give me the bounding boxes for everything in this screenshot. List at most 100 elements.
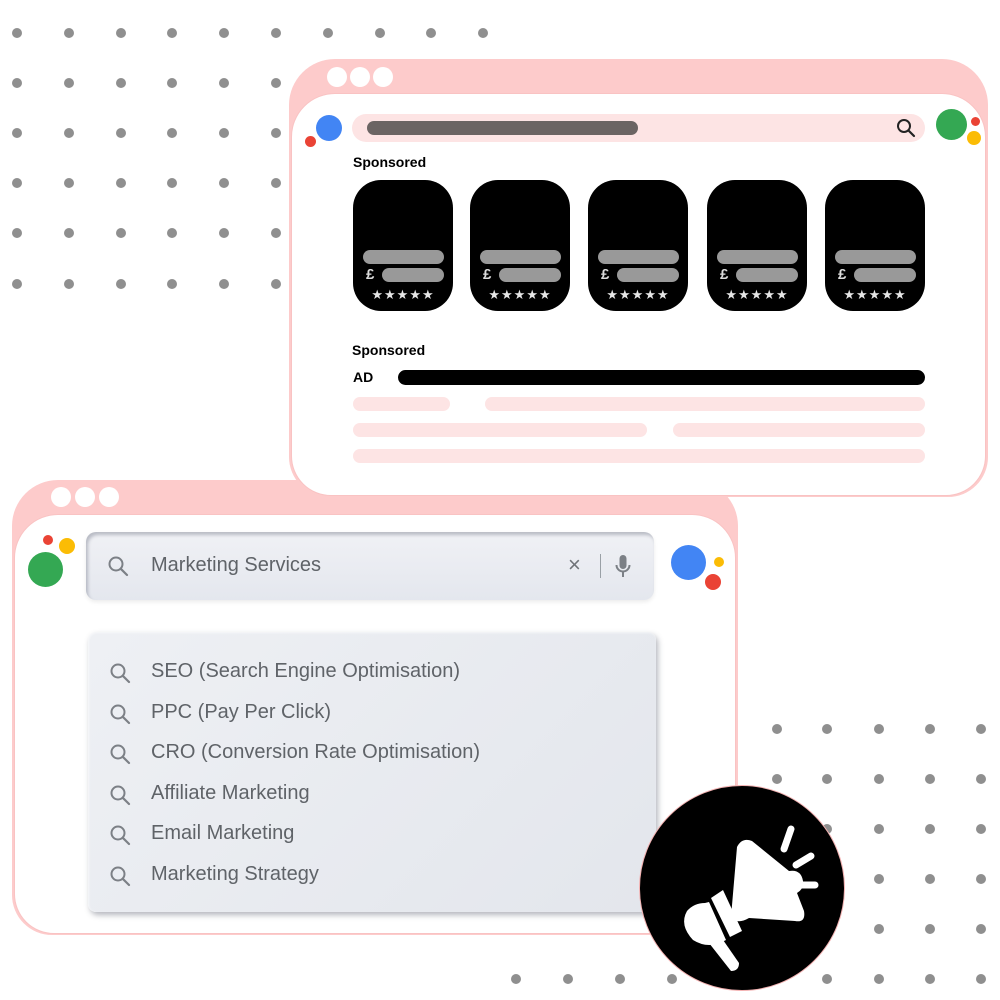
- divider: [600, 554, 601, 578]
- grid-dot: [874, 924, 884, 934]
- grid-dot: [375, 28, 385, 38]
- grid-dot: [976, 724, 986, 734]
- window-control-minimize[interactable]: [350, 67, 370, 87]
- grid-dot: [772, 774, 782, 784]
- rating-stars: ★★★★★: [371, 287, 435, 302]
- rating-stars: ★★★★★: [488, 287, 552, 302]
- grid-dot: [12, 78, 22, 88]
- grid-dot: [271, 78, 281, 88]
- grid-dot: [116, 28, 126, 38]
- suggestion-item[interactable]: PPC (Pay Per Click): [88, 693, 656, 733]
- search-icon[interactable]: [895, 117, 917, 139]
- grid-dot: [874, 974, 884, 984]
- grid-dot: [219, 28, 229, 38]
- suggestion-item[interactable]: Marketing Strategy: [88, 855, 656, 895]
- search-icon: [110, 704, 131, 724]
- grid-dot: [976, 924, 986, 934]
- suggestion-text: SEO (Search Engine Optimisation): [151, 660, 461, 682]
- product-price-placeholder: [382, 268, 444, 282]
- search-icon: [110, 825, 131, 846]
- product-price-placeholder: [499, 268, 561, 282]
- product-price-placeholder: [617, 268, 679, 282]
- suggestion-text: Marketing Strategy: [151, 863, 319, 885]
- microphone-icon[interactable]: [614, 554, 632, 580]
- grid-dot: [822, 774, 832, 784]
- suggestion-item[interactable]: Email Marketing: [88, 814, 656, 854]
- suggestion-item[interactable]: SEO (Search Engine Optimisation): [88, 652, 656, 692]
- grid-dot: [64, 279, 74, 289]
- grid-dot: [167, 228, 177, 238]
- currency-symbol: £: [838, 266, 847, 283]
- window-control-minimize[interactable]: [75, 487, 95, 507]
- window-control-close[interactable]: [327, 67, 347, 87]
- grid-dot: [116, 78, 126, 88]
- grid-dot: [12, 228, 22, 238]
- search-query-placeholder: [367, 121, 638, 135]
- suggestion-item[interactable]: CRO (Conversion Rate Optimisation): [88, 733, 656, 773]
- grid-dot: [167, 279, 177, 289]
- product-card[interactable]: £ ★★★★★: [470, 180, 570, 311]
- clear-search-button[interactable]: ×: [568, 552, 581, 578]
- suggestion-text: Affiliate Marketing: [151, 781, 310, 804]
- grid-dot: [426, 28, 436, 38]
- grid-dot: [925, 974, 935, 984]
- grid-dot: [219, 78, 229, 88]
- suggestion-item[interactable]: Affiliate Marketing: [88, 774, 656, 814]
- grid-dot: [925, 824, 935, 834]
- grid-dot: [925, 774, 935, 784]
- search-suggestions-dropdown: SEO (Search Engine Optimisation) PPC (Pay…: [88, 632, 656, 912]
- google-dot-green: [28, 552, 63, 587]
- suggestion-text: PPC (Pay Per Click): [151, 700, 332, 723]
- grid-dot: [478, 28, 488, 38]
- google-dot-red: [43, 535, 53, 545]
- product-card[interactable]: £ ★★★★★: [707, 180, 807, 311]
- window-control-maximize[interactable]: [373, 67, 393, 87]
- grid-dot: [925, 924, 935, 934]
- product-title-placeholder: [363, 250, 444, 264]
- grid-dot: [116, 128, 126, 138]
- grid-dot: [167, 28, 177, 38]
- grid-dot: [323, 28, 333, 38]
- search-icon: [110, 663, 131, 684]
- grid-dot: [219, 128, 229, 138]
- grid-dot: [271, 279, 281, 289]
- grid-dot: [167, 178, 177, 188]
- grid-dot: [219, 178, 229, 188]
- grid-dot: [271, 128, 281, 138]
- grid-dot: [167, 78, 177, 88]
- grid-dot: [976, 874, 986, 884]
- grid-dot: [271, 228, 281, 238]
- window-control-close[interactable]: [51, 487, 71, 507]
- search-input[interactable]: Marketing Services ×: [86, 532, 654, 600]
- megaphone-icon: [684, 825, 819, 971]
- grid-dot: [219, 279, 229, 289]
- search-icon: [108, 556, 129, 577]
- rating-stars: ★★★★★: [606, 287, 670, 302]
- ad-headline-placeholder[interactable]: [398, 370, 925, 385]
- google-dot-yellow: [59, 538, 75, 554]
- grid-dot: [874, 724, 884, 734]
- grid-dot: [12, 178, 22, 188]
- product-card[interactable]: £ ★★★★★: [825, 180, 925, 311]
- grid-dot: [167, 128, 177, 138]
- ad-search-bar[interactable]: [352, 114, 925, 142]
- search-icon: [110, 866, 131, 887]
- grid-dot: [925, 874, 935, 884]
- search-query[interactable]: Marketing Services: [151, 554, 321, 577]
- grid-dot: [64, 128, 74, 138]
- product-card[interactable]: £ ★★★★★: [353, 180, 453, 311]
- currency-symbol: £: [601, 266, 610, 283]
- product-card[interactable]: £ ★★★★★: [588, 180, 688, 311]
- grid-dot: [874, 824, 884, 834]
- rating-stars: ★★★★★: [843, 287, 907, 302]
- currency-symbol: £: [720, 266, 729, 283]
- product-price-placeholder: [854, 268, 916, 282]
- grid-dot: [64, 78, 74, 88]
- window-control-maximize[interactable]: [99, 487, 119, 507]
- grid-dot: [563, 974, 573, 984]
- grid-dot: [12, 128, 22, 138]
- product-title-placeholder: [480, 250, 561, 264]
- search-icon: [110, 785, 131, 805]
- grid-dot: [976, 774, 986, 784]
- product-title-placeholder: [598, 250, 679, 264]
